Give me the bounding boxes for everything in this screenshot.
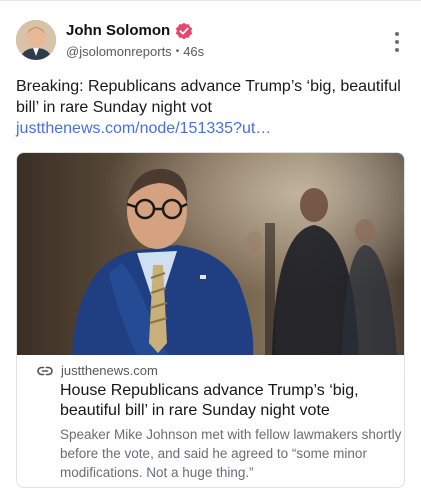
post-text: Breaking: Republicans advance Trump’s ‘b… bbox=[16, 76, 408, 139]
link-title[interactable]: House Republicans advance Trump’s ‘big, … bbox=[60, 381, 400, 421]
author-handle[interactable]: @jsolomonreports bbox=[66, 44, 172, 60]
link-preview-image[interactable] bbox=[17, 153, 404, 355]
meta-separator: • bbox=[175, 46, 180, 57]
verified-badge-icon bbox=[175, 22, 193, 40]
avatar-photo bbox=[16, 20, 56, 60]
link-description: Speaker Mike Johnson met with fellow law… bbox=[60, 427, 402, 480]
post-link[interactable]: justthenews.com/node/151335?ut… bbox=[16, 120, 271, 137]
link-domain: justthenews.com bbox=[61, 363, 158, 378]
link-preview-body: justthenews.com House Republicans advanc… bbox=[17, 363, 404, 482]
avatar[interactable] bbox=[16, 20, 56, 60]
post-card: John Solomon @jsolomonreports • 46s Brea… bbox=[0, 0, 421, 500]
post-body: Breaking: Republicans advance Trump’s ‘b… bbox=[16, 78, 401, 116]
link-icon bbox=[37, 363, 53, 379]
divider bbox=[0, 0, 421, 1]
author-name[interactable]: John Solomon bbox=[66, 22, 170, 40]
more-vertical-icon[interactable] bbox=[393, 32, 401, 52]
link-preview-card[interactable]: justthenews.com House Republicans advanc… bbox=[16, 152, 405, 488]
post-timestamp[interactable]: 46s bbox=[183, 44, 204, 60]
author-block: John Solomon @jsolomonreports • 46s bbox=[66, 22, 204, 60]
